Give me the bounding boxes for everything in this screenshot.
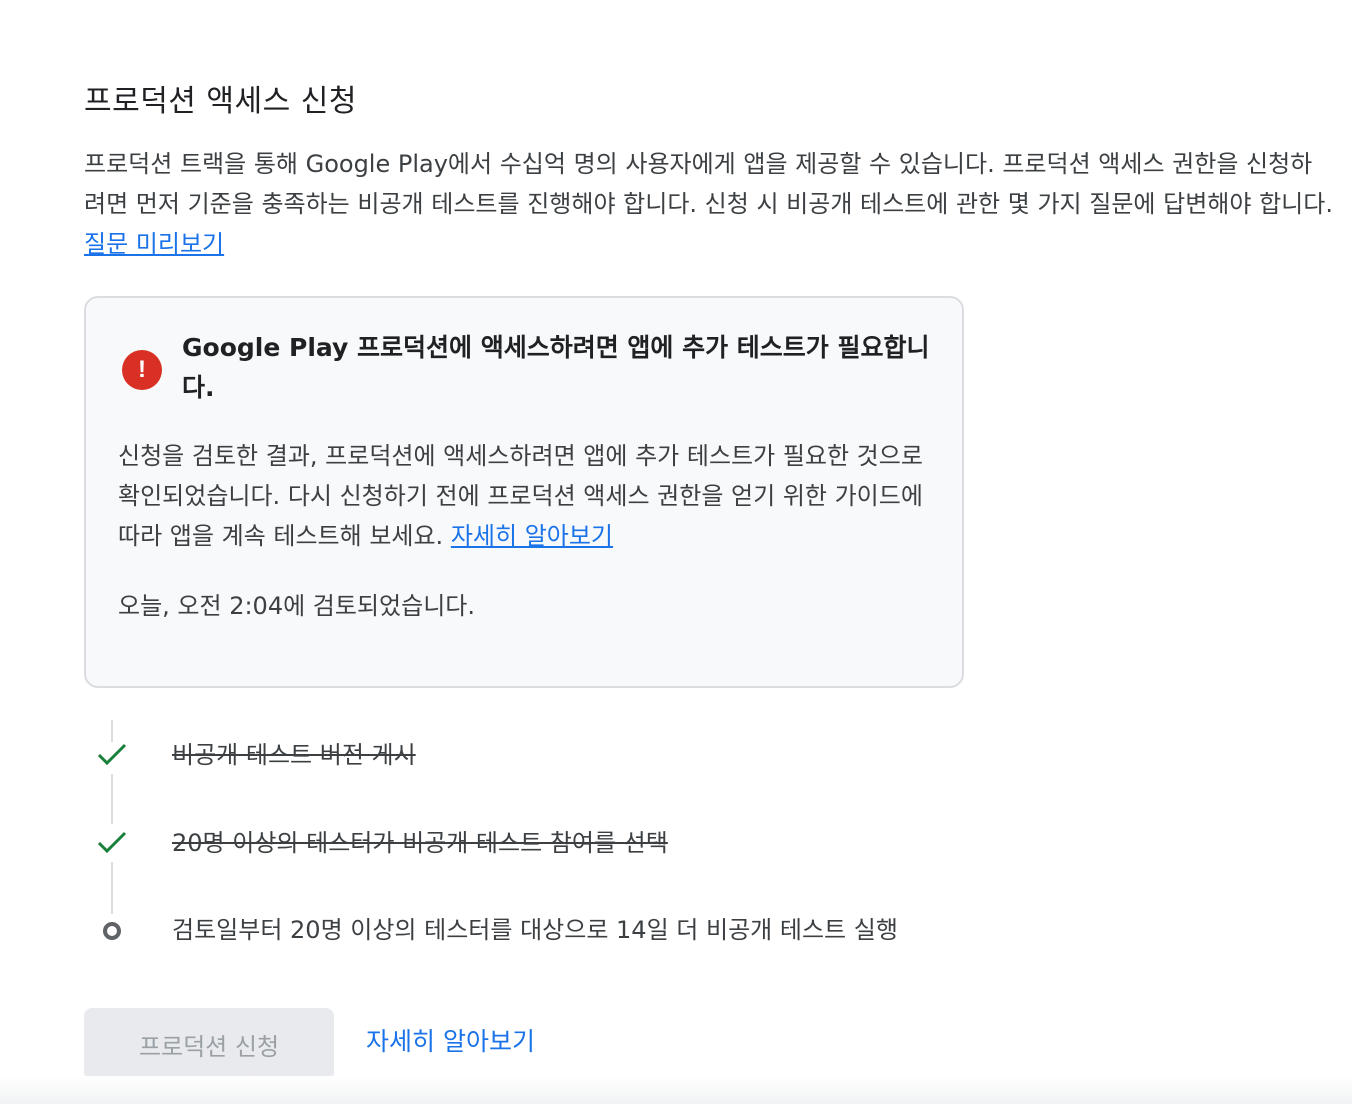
intro-description: 프로덕션 트랙을 통해 Google Play에서 수십억 명의 사용자에게 앱… xyxy=(84,150,1333,218)
step-label: 20명 이상의 테스터가 비공개 테스트 참여를 선택 xyxy=(172,829,668,857)
checklist-step-2: 20명 이상의 테스터가 비공개 테스트 참여를 선택 xyxy=(84,823,1084,863)
production-access-page: 프로덕션 액세스 신청 프로덕션 트랙을 통해 Google Play에서 수십… xyxy=(0,0,1352,1104)
step-connector xyxy=(111,862,113,914)
checklist-step-1: 비공개 테스트 버전 게시 xyxy=(84,735,1084,775)
checklist-step-3: 검토일부터 20명 이상의 테스터를 대상으로 14일 더 비공개 테스트 실행 xyxy=(84,910,1084,950)
step-connector xyxy=(111,774,113,824)
alert-body: 신청을 검토한 결과, 프로덕션에 액세스하려면 앱에 추가 테스트가 필요한 … xyxy=(118,436,938,556)
page-title: 프로덕션 액세스 신청 xyxy=(84,84,357,119)
step-label: 검토일부터 20명 이상의 테스터를 대상으로 14일 더 비공개 테스트 실행 xyxy=(172,916,898,944)
alert-title: Google Play 프로덕션에 액세스하려면 앱에 추가 테스트가 필요합니… xyxy=(182,333,930,402)
circle-icon xyxy=(103,922,121,940)
step-label: 비공개 테스트 버전 게시 xyxy=(172,741,416,769)
bottom-fade xyxy=(0,1076,1352,1104)
check-icon xyxy=(97,743,127,766)
alert-learn-more-link[interactable]: 자세히 알아보기 xyxy=(451,522,613,550)
error-icon: ! xyxy=(122,350,162,390)
requirements-checklist: 비공개 테스트 버전 게시 20명 이상의 테스터가 비공개 테스트 참여를 선… xyxy=(84,720,1084,960)
learn-more-link[interactable]: 자세히 알아보기 xyxy=(366,1022,535,1062)
preview-questions-link[interactable]: 질문 미리보기 xyxy=(84,230,224,258)
intro-text: 프로덕션 트랙을 통해 Google Play에서 수십억 명의 사용자에게 앱… xyxy=(84,144,1334,264)
review-timestamp: 오늘, 오전 2:04에 검토되었습니다. xyxy=(118,592,475,620)
testing-required-alert: ! Google Play 프로덕션에 액세스하려면 앱에 추가 테스트가 필요… xyxy=(84,296,964,688)
apply-production-button[interactable]: 프로덕션 신청 xyxy=(84,1008,334,1080)
check-icon xyxy=(97,831,127,854)
